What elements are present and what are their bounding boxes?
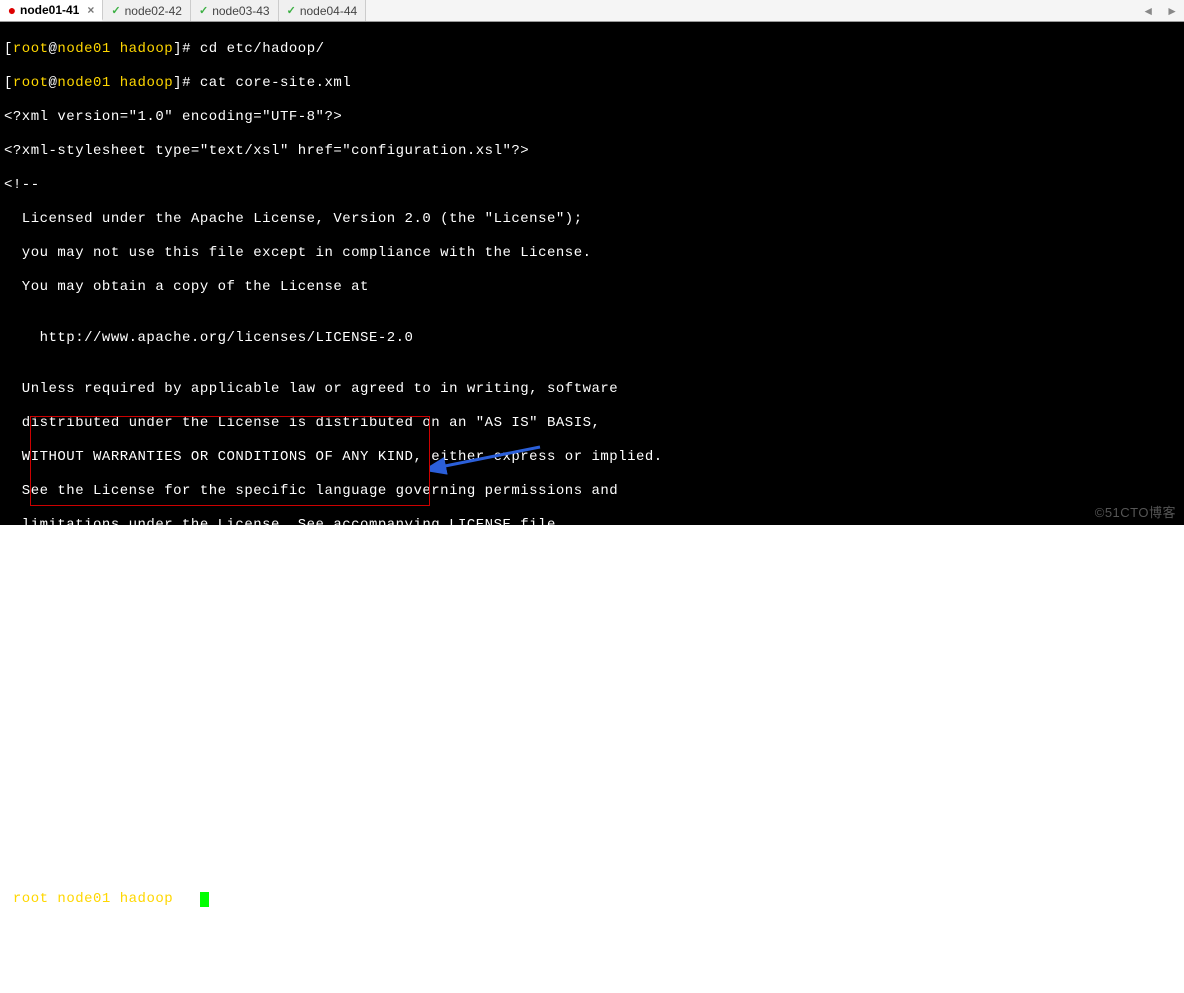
tab-scroll-right[interactable]: ► <box>1160 0 1184 21</box>
tab-node03[interactable]: ✓ node03-43 <box>191 0 279 21</box>
terminal-line: You may obtain a copy of the License at <box>4 279 1180 296</box>
terminal-line: distributed under the License is distrib… <box>4 415 1180 432</box>
check-icon: ✓ <box>287 4 296 17</box>
tab-scroll-left[interactable]: ◄ <box>1136 0 1160 21</box>
terminal-line: <value>hdfs://node01:8020</value> <box>4 755 1180 772</box>
terminal-line: </property> <box>4 823 1180 840</box>
terminal-line: <configuration> <box>4 653 1180 670</box>
check-icon: ✓ <box>199 4 208 17</box>
watermark: ©51CTO博客 <box>1095 504 1176 521</box>
terminal-line: See the License for the specific languag… <box>4 483 1180 500</box>
terminal-line: </configuration> <box>4 857 1180 874</box>
terminal-line: [root@node01 hadoop]# cd etc/hadoop/ <box>4 41 1180 58</box>
tab-node04[interactable]: ✓ node04-44 <box>279 0 367 21</box>
terminal-line: you may not use this file except in comp… <box>4 245 1180 262</box>
tab-label: node02-42 <box>125 4 182 18</box>
dot-icon: ● <box>8 6 16 14</box>
terminal[interactable]: [root@node01 hadoop]# cd etc/hadoop/ [ro… <box>0 22 1184 525</box>
terminal-line: <name>fs.defaultFS</name> <box>4 721 1180 738</box>
terminal-line: [root@node01 hadoop]# cat core-site.xml <box>4 75 1180 92</box>
terminal-line: http://www.apache.org/licenses/LICENSE-2… <box>4 330 1180 347</box>
check-icon: ✓ <box>111 4 120 17</box>
terminal-line: <?xml version="1.0" encoding="UTF-8"?> <box>4 109 1180 126</box>
terminal-line: Licensed under the Apache License, Versi… <box>4 211 1180 228</box>
terminal-line: Unless required by applicable law or agr… <box>4 381 1180 398</box>
close-icon[interactable]: × <box>87 3 94 17</box>
terminal-line: <!-- Put site-specific property override… <box>4 602 1180 619</box>
cursor <box>200 892 209 907</box>
tab-node02[interactable]: ✓ node02-42 <box>103 0 191 21</box>
tab-label: node01-41 <box>20 3 79 17</box>
terminal-line: [root@node01 hadoop]# <box>4 891 1180 908</box>
terminal-line: <!-- <box>4 177 1180 194</box>
tab-spacer <box>366 0 1136 21</box>
tab-label: node03-43 <box>212 4 269 18</box>
terminal-line: <final>true</final> <box>4 789 1180 806</box>
terminal-line: WITHOUT WARRANTIES OR CONDITIONS OF ANY … <box>4 449 1180 466</box>
terminal-line: <?xml-stylesheet type="text/xsl" href="c… <box>4 143 1180 160</box>
tab-bar: ● node01-41 × ✓ node02-42 ✓ node03-43 ✓ … <box>0 0 1184 22</box>
terminal-line: limitations under the License. See accom… <box>4 517 1180 534</box>
terminal-line: <property> <box>4 687 1180 704</box>
tab-node01[interactable]: ● node01-41 × <box>0 0 103 21</box>
tab-label: node04-44 <box>300 4 357 18</box>
terminal-line: --> <box>4 551 1180 568</box>
